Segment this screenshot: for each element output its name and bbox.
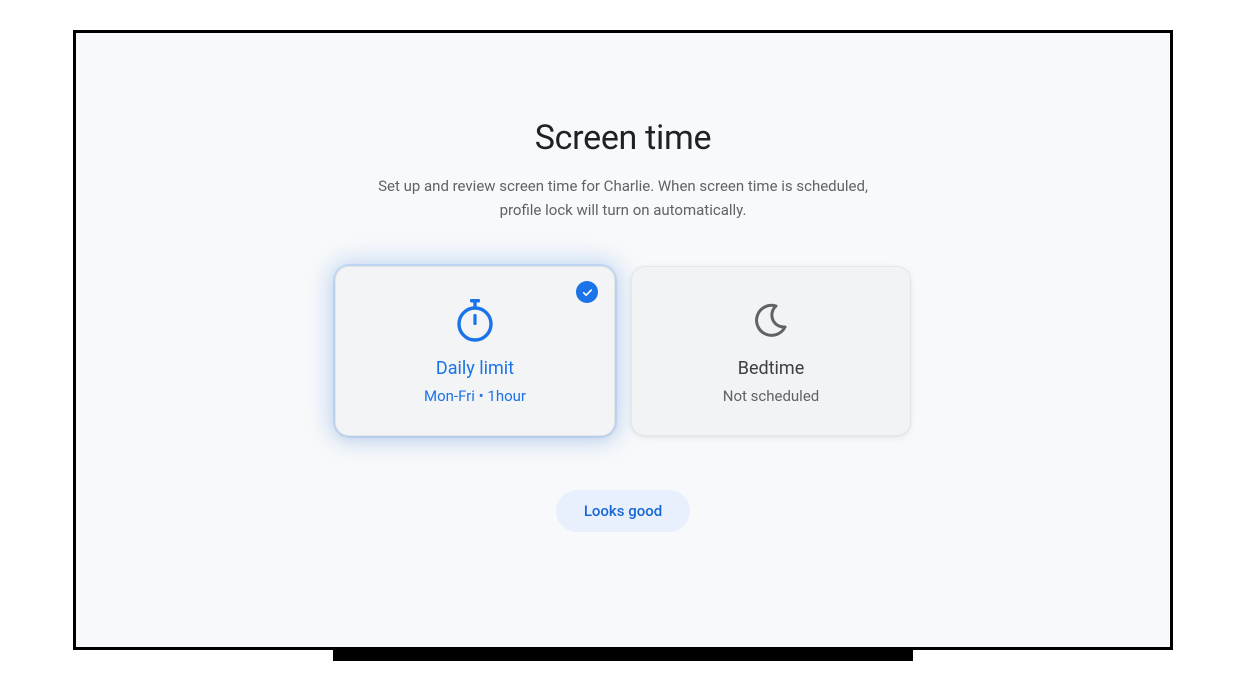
tv-stand (333, 650, 913, 661)
check-icon (576, 281, 598, 303)
moon-icon (752, 298, 790, 342)
daily-limit-subtitle: Mon-Fri • 1hour (424, 387, 526, 405)
daily-limit-card[interactable]: Daily limit Mon-Fri • 1hour (335, 266, 615, 436)
page-title: Screen time (535, 118, 711, 158)
screen-time-content: Screen time Set up and review screen tim… (76, 33, 1170, 532)
bedtime-title: Bedtime (738, 358, 805, 379)
option-cards-row: Daily limit Mon-Fri • 1hour Bedtime Not … (335, 266, 911, 436)
daily-limit-title: Daily limit (436, 358, 514, 379)
bedtime-subtitle: Not scheduled (723, 387, 819, 405)
bedtime-card[interactable]: Bedtime Not scheduled (631, 266, 911, 436)
looks-good-button[interactable]: Looks good (556, 490, 690, 532)
stopwatch-icon (455, 298, 495, 342)
tv-screen-frame: Screen time Set up and review screen tim… (73, 30, 1173, 650)
page-subtitle: Set up and review screen time for Charli… (363, 174, 883, 222)
